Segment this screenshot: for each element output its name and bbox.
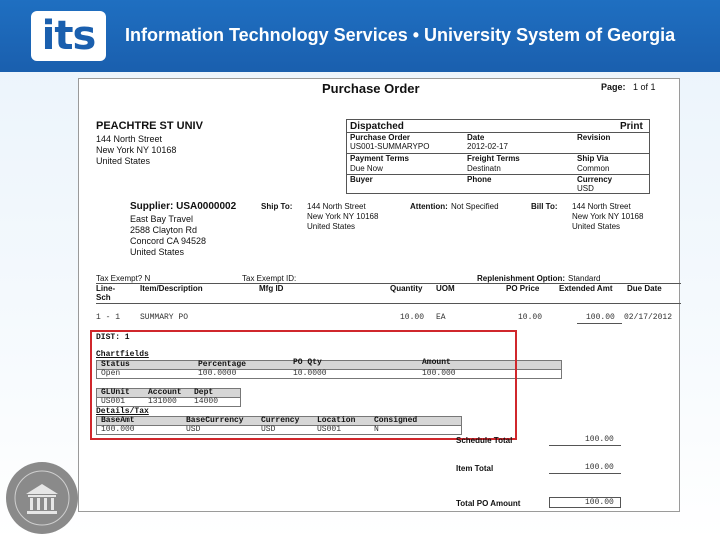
freight-terms-label: Freight Terms [467, 154, 520, 163]
total-po-amount-value: 100.00 [585, 498, 614, 507]
schedule-total-value: 100.00 [585, 435, 614, 444]
po-number-label: Purchase Order [350, 133, 411, 142]
attention-label: Attention: [410, 202, 448, 211]
supplier-label: Supplier: USA0000002 [130, 201, 237, 212]
bill-to-line: United States [572, 222, 621, 231]
supplier-address-line: 2588 Clayton Rd [130, 225, 198, 235]
date-value: 2012-02-17 [467, 142, 508, 151]
date-label: Date [467, 133, 485, 142]
supplier-address-line: East Bay Travel [130, 214, 194, 224]
item-total-value: 100.00 [585, 463, 614, 472]
buyer-label: Buyer [350, 175, 373, 184]
line-item-due-date: 02/17/2012 [624, 313, 673, 322]
tax-exempt: Tax Exempt? N [96, 274, 151, 283]
tax-exempt-id: Tax Exempt ID: [242, 274, 297, 283]
header-banner: its Information Technology Services • Un… [0, 0, 720, 72]
purchase-order-document: Purchase Order Page: 1 of 1 PEACHTRE ST … [78, 78, 681, 512]
org-address-line: New York NY 10168 [96, 145, 177, 155]
replenishment-label: Replenishment Option: [477, 274, 565, 283]
phone-label: Phone [467, 175, 492, 184]
col-po-price: PO Price [506, 284, 540, 293]
freight-terms-value: Destinatn [467, 164, 501, 173]
col-line: Line- [96, 284, 116, 293]
line-item-uom: EA [436, 313, 446, 322]
currency-label: Currency [577, 175, 613, 184]
supplier-address-line: United States [130, 247, 185, 257]
ship-to-label: Ship To: [261, 202, 293, 211]
item-total-label: Item Total [456, 464, 494, 473]
col-item: Item/Description [140, 284, 203, 293]
page-label: Page: [601, 82, 626, 92]
line-item-description: SUMMARY PO [140, 313, 189, 322]
col-sch: Sch [96, 293, 111, 302]
print-link[interactable]: Print [620, 121, 643, 132]
org-name: PEACHTRE ST UNIV [96, 120, 203, 132]
line-item-extended: 100.00 [586, 313, 615, 322]
header-title: Information Technology Services • Univer… [125, 25, 676, 45]
ship-via-label: Ship Via [577, 154, 609, 163]
line-item-quantity: 10.00 [400, 313, 425, 322]
col-uom: UOM [436, 284, 455, 293]
page-value: 1 of 1 [633, 82, 656, 92]
replenishment-value: Standard [568, 274, 601, 283]
attention-value: Not Specified [451, 202, 499, 211]
org-address-line: United States [96, 156, 151, 166]
total-po-amount-label: Total PO Amount [456, 499, 521, 508]
ship-to-line: 144 North Street [307, 202, 366, 211]
col-mfg: Mfg ID [259, 284, 284, 293]
ship-to-line: United States [307, 222, 356, 231]
revision-label: Revision [577, 133, 611, 142]
org-address-line: 144 North Street [96, 134, 163, 144]
university-seal-icon [4, 460, 80, 536]
ship-to-line: New York NY 10168 [307, 212, 379, 221]
payment-terms-value: Due Now [350, 164, 383, 173]
po-number-value: US001-SUMMARYPO [350, 142, 430, 151]
col-quantity: Quantity [390, 284, 423, 293]
schedule-total-label: Schedule Total [456, 436, 513, 445]
currency-value: USD [577, 184, 594, 193]
col-extended-amt: Extended Amt [559, 284, 613, 293]
bill-to-line: New York NY 10168 [572, 212, 644, 221]
ship-via-value: Common [577, 164, 610, 173]
line-item-number: 1 - 1 [96, 313, 121, 322]
supplier-address-line: Concord CA 94528 [130, 236, 207, 246]
its-logo: its [31, 11, 106, 61]
highlight-box [90, 330, 517, 440]
po-title: Purchase Order [322, 81, 420, 96]
col-due-date: Due Date [627, 284, 662, 293]
bill-to-label: Bill To: [531, 202, 558, 211]
bill-to-line: 144 North Street [572, 202, 631, 211]
payment-terms-label: Payment Terms [350, 154, 409, 163]
line-item-price: 10.00 [518, 313, 543, 322]
status-text: Dispatched [350, 121, 404, 132]
